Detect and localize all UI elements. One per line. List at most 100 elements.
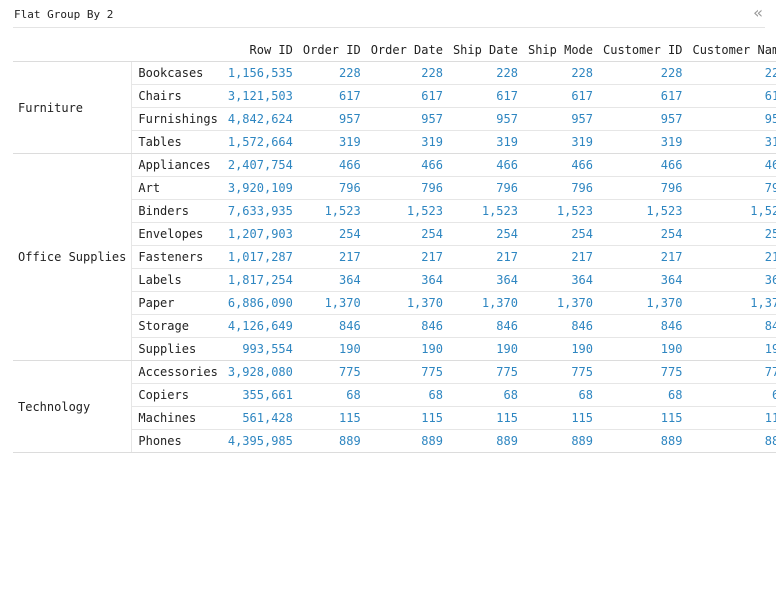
value-cell: 889 bbox=[447, 429, 523, 453]
value-cell: 190 bbox=[447, 337, 523, 361]
column-header[interactable]: Customer Name bbox=[687, 38, 776, 62]
subgroup-label: Tables bbox=[131, 130, 223, 154]
subgroup-label: Furnishings bbox=[131, 107, 223, 131]
page-title: Flat Group By 2 bbox=[14, 8, 114, 21]
value-cell: 1,370 bbox=[447, 291, 523, 315]
value-cell: 254 bbox=[522, 222, 598, 246]
value-cell: 775 bbox=[297, 360, 366, 384]
value-cell: 617 bbox=[365, 84, 448, 108]
value-cell: 1,523 bbox=[687, 199, 776, 223]
column-header[interactable]: Row ID bbox=[222, 38, 298, 62]
column-header[interactable]: Customer ID bbox=[598, 38, 688, 62]
value-cell: 355,661 bbox=[222, 383, 298, 407]
value-cell: 4,126,649 bbox=[222, 314, 298, 338]
table-row: Technology Accessories 3,928,080 775 775 775 7… bbox=[13, 360, 776, 453]
value-cell: 364 bbox=[687, 268, 776, 292]
value-cell: 993,554 bbox=[222, 337, 298, 361]
value-cell: 775 bbox=[598, 360, 688, 384]
subgroup-label: Bookcases bbox=[131, 61, 223, 85]
value-cell: 957 bbox=[447, 107, 523, 131]
value-cell: 775 bbox=[365, 360, 448, 384]
value-cell: 217 bbox=[522, 245, 598, 269]
value-cell: 254 bbox=[687, 222, 776, 246]
value-cell: 228 bbox=[687, 61, 776, 85]
value-cell: 115 bbox=[522, 406, 598, 430]
value-cell: 115 bbox=[598, 406, 688, 430]
value-cell: 1,370 bbox=[365, 291, 448, 315]
value-cell: 617 bbox=[297, 84, 366, 108]
column-header[interactable]: Order ID bbox=[297, 38, 366, 62]
column-header[interactable]: Ship Date bbox=[447, 38, 523, 62]
value-cell: 228 bbox=[297, 61, 366, 85]
value-cell: 190 bbox=[365, 337, 448, 361]
column-header[interactable]: Ship Mode bbox=[522, 38, 598, 62]
value-cell: 4,842,624 bbox=[222, 107, 298, 131]
value-cell: 228 bbox=[522, 61, 598, 85]
value-cell: 1,523 bbox=[447, 199, 523, 223]
value-cell: 1,370 bbox=[598, 291, 688, 315]
value-cell: 796 bbox=[687, 176, 776, 200]
value-cell: 228 bbox=[365, 61, 448, 85]
data-grid: Row ID Order ID Order Date Ship Date Shi… bbox=[13, 38, 776, 458]
value-cell: 68 bbox=[365, 383, 448, 407]
value-cell: 217 bbox=[447, 245, 523, 269]
value-cell: 1,370 bbox=[687, 291, 776, 315]
value-cell: 319 bbox=[522, 130, 598, 154]
header-row: Row ID Order ID Order Date Ship Date Shi… bbox=[13, 38, 776, 62]
value-cell: 254 bbox=[447, 222, 523, 246]
value-cell: 775 bbox=[522, 360, 598, 384]
value-cell: 190 bbox=[687, 337, 776, 361]
subgroup-label: Appliances bbox=[131, 153, 223, 177]
group-column-header bbox=[13, 38, 132, 62]
value-cell: 217 bbox=[365, 245, 448, 269]
value-cell: 466 bbox=[447, 153, 523, 177]
subgroup-label: Chairs bbox=[131, 84, 223, 108]
value-cell: 1,156,535 bbox=[222, 61, 298, 85]
value-cell: 1,523 bbox=[365, 199, 448, 223]
value-cell: 364 bbox=[365, 268, 448, 292]
value-cell: 466 bbox=[522, 153, 598, 177]
value-cell: 889 bbox=[297, 429, 366, 453]
value-cell: 190 bbox=[297, 337, 366, 361]
value-cell: 68 bbox=[297, 383, 366, 407]
value-cell: 115 bbox=[447, 406, 523, 430]
subgroup-label: Envelopes bbox=[131, 222, 223, 246]
subgroup-column-header bbox=[131, 38, 223, 62]
value-cell: 254 bbox=[598, 222, 688, 246]
value-cell: 775 bbox=[687, 360, 776, 384]
table-row: Furniture Bookcases 1,156,535 228 228 228 228 2… bbox=[13, 61, 776, 154]
value-cell: 3,121,503 bbox=[222, 84, 298, 108]
value-cell: 254 bbox=[297, 222, 366, 246]
value-cell: 466 bbox=[598, 153, 688, 177]
value-cell: 846 bbox=[522, 314, 598, 338]
value-cell: 796 bbox=[365, 176, 448, 200]
value-cell: 68 bbox=[687, 383, 776, 407]
value-cell: 1,017,287 bbox=[222, 245, 298, 269]
value-cell: 68 bbox=[522, 383, 598, 407]
value-cell: 68 bbox=[598, 383, 688, 407]
value-cell: 4,395,985 bbox=[222, 429, 298, 453]
value-cell: 319 bbox=[687, 130, 776, 154]
subgroup-label: Fasteners bbox=[131, 245, 223, 269]
value-cell: 1,523 bbox=[297, 199, 366, 223]
value-cell: 190 bbox=[522, 337, 598, 361]
subgroup-label: Accessories bbox=[131, 360, 223, 384]
subgroup-label: Machines bbox=[131, 406, 223, 430]
collapse-icon[interactable]: « bbox=[753, 3, 763, 23]
value-cell: 319 bbox=[365, 130, 448, 154]
value-cell: 957 bbox=[598, 107, 688, 131]
value-cell: 889 bbox=[687, 429, 776, 453]
value-cell: 889 bbox=[365, 429, 448, 453]
value-cell: 319 bbox=[598, 130, 688, 154]
column-header[interactable]: Order Date bbox=[365, 38, 448, 62]
subgroup-label: Art bbox=[131, 176, 223, 200]
value-cell: 796 bbox=[447, 176, 523, 200]
subgroup-label: Storage bbox=[131, 314, 223, 338]
value-cell: 796 bbox=[297, 176, 366, 200]
value-cell: 1,523 bbox=[598, 199, 688, 223]
value-cell: 364 bbox=[447, 268, 523, 292]
value-cell: 1,572,664 bbox=[222, 130, 298, 154]
value-cell: 364 bbox=[522, 268, 598, 292]
value-cell: 115 bbox=[297, 406, 366, 430]
header-bar: Flat Group By 2 « bbox=[13, 0, 765, 28]
